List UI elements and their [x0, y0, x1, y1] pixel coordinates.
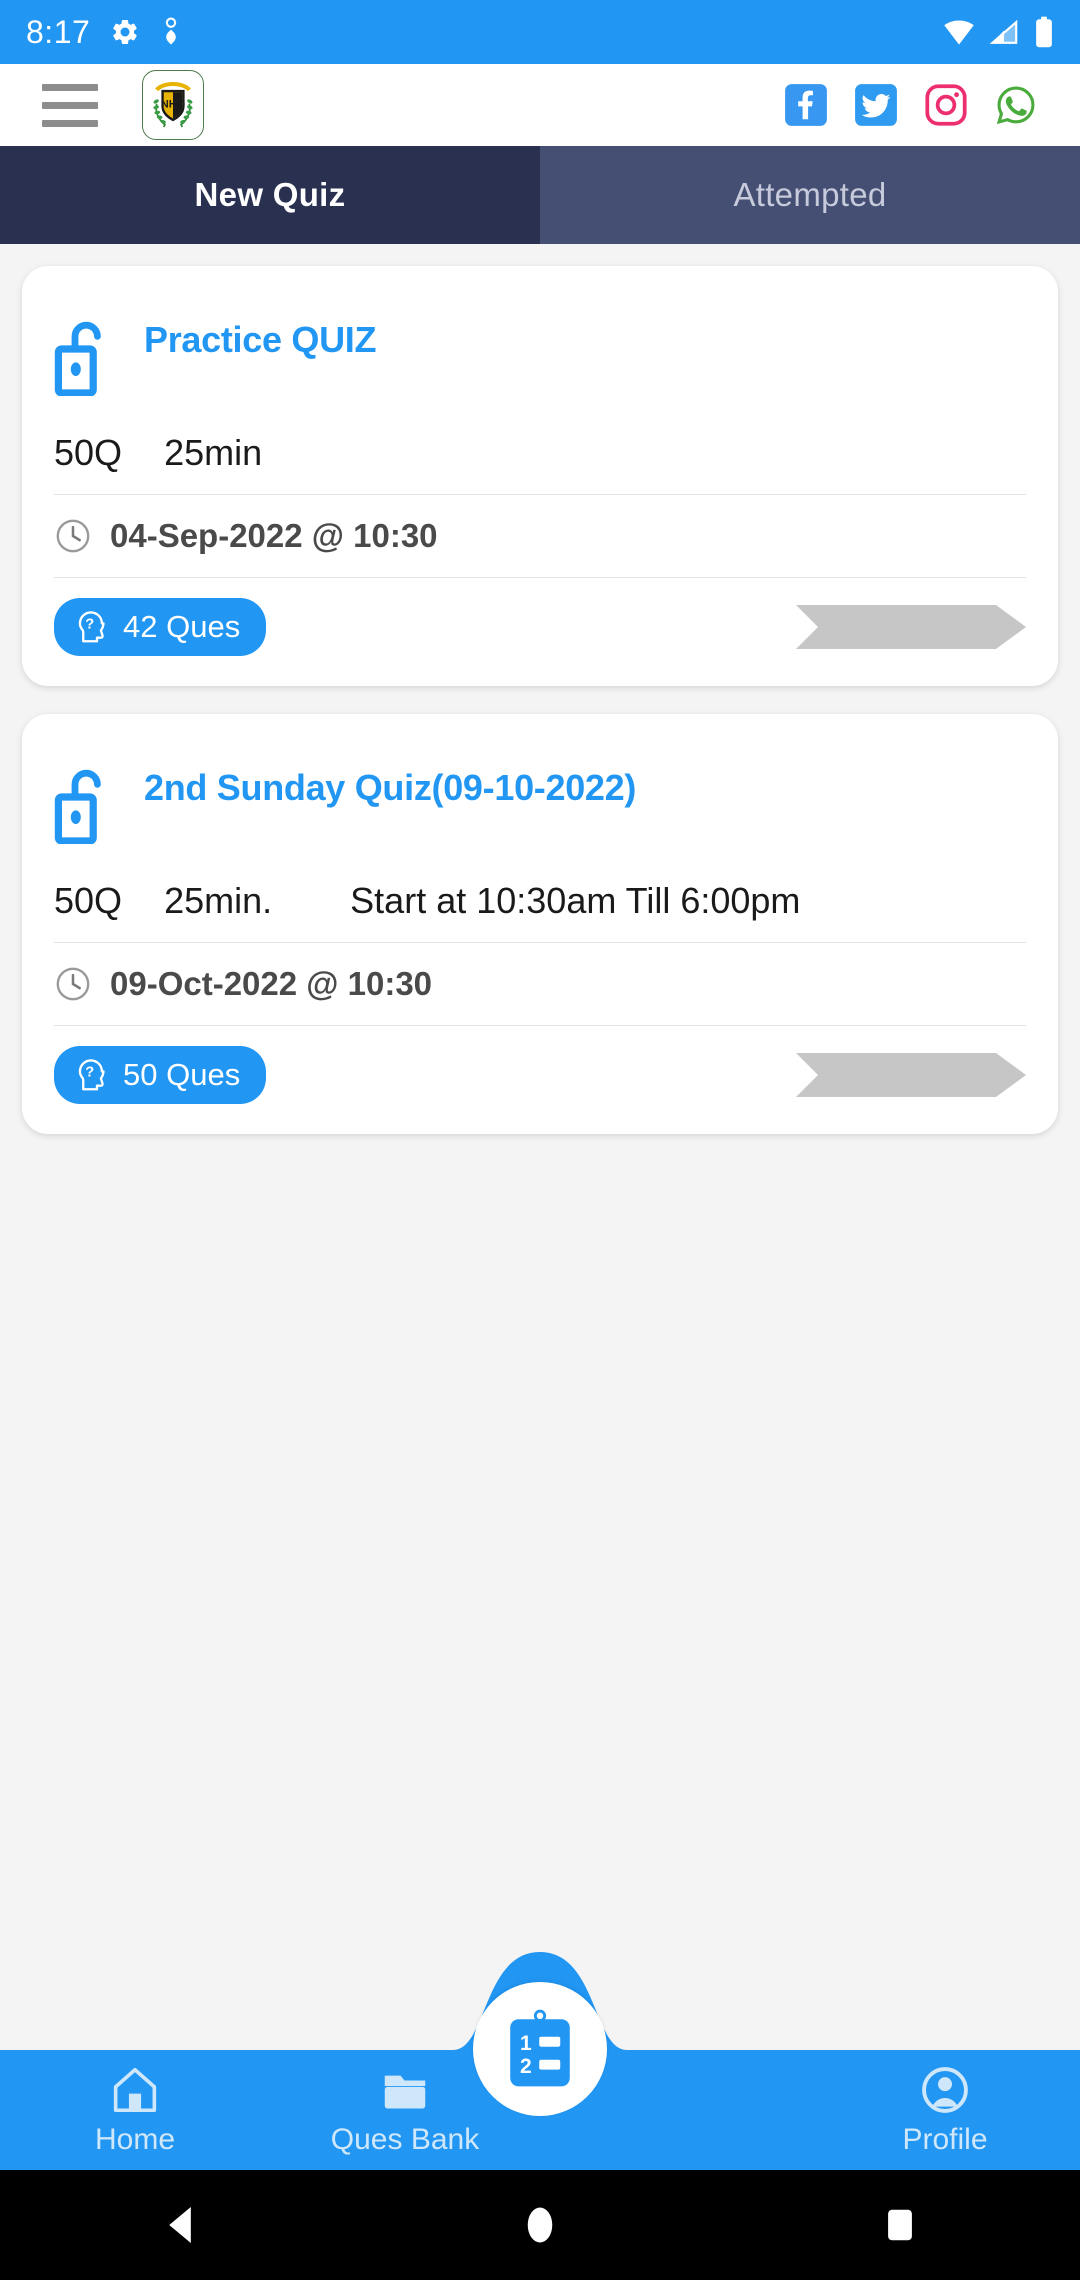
quiz-card[interactable]: Practice QUIZ 50Q 25min 04-Sep-2022 @ 10… [22, 266, 1058, 686]
quiz-tab-bar: New Quiz Attempted [0, 146, 1080, 244]
quiz-badge-row: ? 50 Ques [54, 1026, 1026, 1112]
head-question-icon: ? [78, 611, 105, 643]
quiz-date: 04-Sep-2022 @ 10:30 [110, 517, 438, 554]
head-question-icon: ? [78, 1059, 105, 1091]
android-navigation-bar [0, 2170, 1080, 2280]
facebook-icon[interactable] [784, 83, 828, 127]
nhq-logo-icon: NHQ [153, 81, 193, 128]
quiz-badge-row: ? 42 Ques [54, 578, 1026, 664]
profile-person-icon [922, 2067, 968, 2113]
clock-icon [56, 967, 90, 1001]
status-badge[interactable]: ? 50 Ques [54, 1046, 267, 1104]
status-bar-clock: 8:17 [26, 14, 91, 50]
quiz-card-header: Practice QUIZ [54, 296, 1026, 426]
svg-text:NHQ: NHQ [161, 98, 186, 110]
quiz-meta: 50Q 25min [54, 426, 1026, 495]
quiz-duration: 25min [164, 432, 263, 473]
quiz-date-row: 09-Oct-2022 @ 10:30 [54, 943, 1026, 1026]
quiz-card-header: 2nd Sunday Quiz(09-10-2022) [54, 744, 1026, 874]
social-links [784, 83, 1038, 127]
quiz-date-row: 04-Sep-2022 @ 10:30 [54, 495, 1026, 578]
status-bar: 8:17 [0, 0, 1080, 64]
sidebar-item-label: Profile [902, 2123, 988, 2156]
quiz-question-count: 50Q [54, 880, 123, 921]
quiz-clipboard-icon: 1 2 [510, 2009, 570, 2087]
heart-pulse-icon [166, 17, 177, 45]
app-bar: NHQ [0, 64, 1080, 146]
whatsapp-icon[interactable] [994, 83, 1038, 127]
wifi-icon [944, 20, 974, 45]
open-padlock-glyph [54, 321, 101, 397]
instagram-icon[interactable] [924, 83, 968, 127]
quiz-question-count: 50Q [54, 432, 123, 473]
quiz-timing: Start at 10:30am Till 6:00pm [350, 880, 801, 921]
tab-attempted[interactable]: Attempted [540, 146, 1080, 244]
back-triangle-icon[interactable] [158, 2203, 202, 2247]
tab-new-quiz[interactable]: New Quiz [0, 146, 540, 244]
battery-icon [1036, 16, 1052, 48]
open-padlock-icon [54, 744, 116, 849]
quiz-card[interactable]: 2nd Sunday Quiz(09-10-2022) 50Q 25min. S… [22, 714, 1058, 1134]
arrow-banner-icon[interactable] [796, 1053, 1026, 1097]
phone-screen: 8:17 NHQ New Quiz Attempted Practice QUI… [0, 0, 1080, 2280]
home-icon [113, 2067, 157, 2113]
sidebar-item-home[interactable]: Home [0, 2063, 270, 2157]
settings-gear-icon [113, 19, 137, 45]
quiz-title: Practice QUIZ [144, 319, 377, 360]
home-circle-icon[interactable] [518, 2203, 562, 2247]
quiz-date: 09-Oct-2022 @ 10:30 [110, 965, 433, 1002]
folder-icon [384, 2075, 426, 2109]
svg-text:?: ? [85, 1064, 94, 1080]
sidebar-item-label: Home [94, 2123, 176, 2156]
quiz-title: 2nd Sunday Quiz(09-10-2022) [144, 767, 637, 808]
status-badge[interactable]: ? 42 Ques [54, 598, 267, 656]
svg-text:?: ? [85, 616, 94, 632]
quiz-meta: 50Q 25min. Start at 10:30am Till 6:00pm [54, 874, 1026, 943]
twitter-icon[interactable] [854, 83, 898, 127]
open-padlock-icon [54, 296, 116, 401]
nhq-logo[interactable]: NHQ [142, 70, 204, 140]
status-badge-label: 42 Ques [123, 609, 241, 644]
signal-icon [989, 19, 1018, 44]
status-bar-left: 8:17 [26, 16, 182, 48]
open-padlock-glyph [54, 769, 101, 845]
arrow-banner-icon[interactable] [796, 605, 1026, 649]
quiz-list: Practice QUIZ 50Q 25min 04-Sep-2022 @ 10… [0, 244, 1080, 2050]
bottom-navigation: Home Ques Bank Profile 1 2 [0, 1952, 1080, 2170]
fab-line-two: 2 [520, 2055, 532, 2078]
status-badge-label: 50 Ques [123, 1057, 241, 1092]
sidebar-item-label: Ques Bank [330, 2123, 480, 2156]
status-bar-right [942, 16, 1054, 48]
hamburger-menu-icon[interactable] [42, 83, 98, 127]
clock-icon [56, 519, 90, 553]
sidebar-item-profile[interactable]: Profile [810, 2063, 1080, 2157]
fab-line-one: 1 [520, 2032, 532, 2055]
quiz-duration: 25min. [164, 880, 273, 921]
recents-square-icon[interactable] [878, 2203, 922, 2247]
create-quiz-fab[interactable]: 1 2 [473, 1982, 607, 2116]
